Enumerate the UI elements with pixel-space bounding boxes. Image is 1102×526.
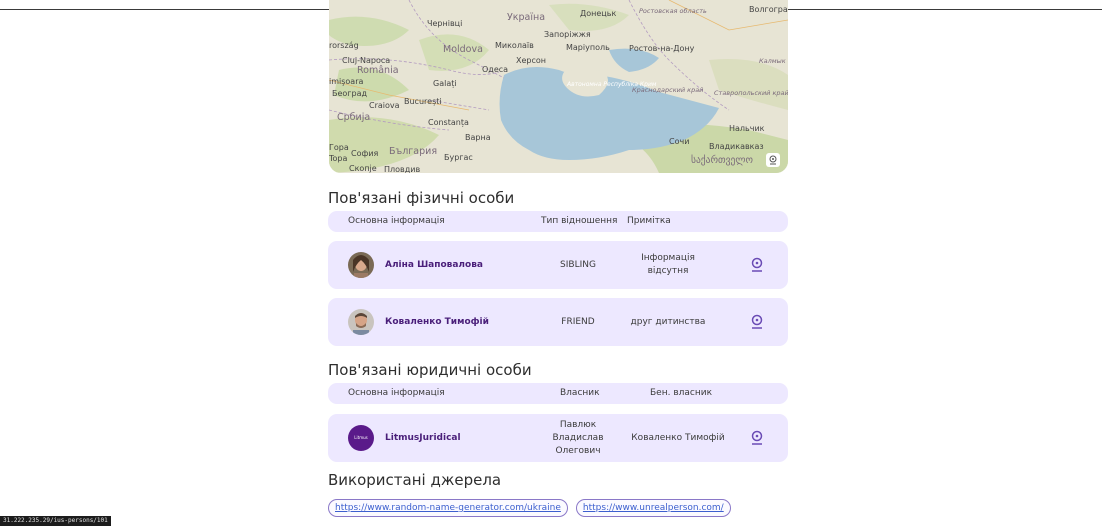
- svg-text:Маріуполь: Маріуполь: [566, 43, 610, 52]
- avatar: [348, 309, 374, 335]
- svg-text:საქართველო: საქართველო: [691, 155, 753, 166]
- svg-text:Калмык: Калмык: [759, 57, 786, 65]
- persons-table-header: Основна інформація Тип відношення Приміт…: [328, 211, 788, 232]
- sources-section: Використані джерела: [328, 470, 788, 490]
- header-beneficiary: Бен. власник: [650, 388, 713, 398]
- svg-text:București: București: [404, 97, 442, 107]
- location-pin-icon[interactable]: [749, 430, 765, 446]
- beneficiary: Коваленко Тимофій: [631, 432, 725, 443]
- note: Інформація відсутня: [641, 253, 695, 276]
- svg-text:Херсон: Херсон: [516, 56, 546, 65]
- svg-text:Пловдив: Пловдив: [384, 165, 420, 173]
- svg-text:Одеса: Одеса: [482, 65, 508, 74]
- svg-text:Волгоград: Волгоград: [749, 5, 788, 14]
- location-pin-icon[interactable]: [749, 314, 765, 330]
- svg-text:Гора: Гора: [329, 143, 349, 152]
- table-row[interactable]: Аліна Шаповалова SIBLING Інформація відс…: [328, 241, 788, 289]
- svg-text:Topa: Topa: [329, 154, 348, 163]
- svg-text:Moldova: Moldova: [443, 44, 483, 55]
- related-persons-section: Пов'язані фізичні особи Основна інформац…: [328, 188, 788, 346]
- svg-text:Ростовская область: Ростовская область: [639, 7, 707, 15]
- svg-text:Constanța: Constanța: [428, 118, 469, 128]
- header-owner: Власник: [560, 388, 600, 398]
- svg-text:Бургас: Бургас: [444, 153, 473, 162]
- note: друг дитинства: [630, 316, 706, 327]
- svg-text:България: България: [389, 146, 437, 157]
- svg-text:Ставропольский край: Ставропольский край: [714, 89, 788, 97]
- header-relation-type: Тип відношення: [541, 216, 618, 226]
- person-name-link[interactable]: Аліна Шаповалова: [385, 241, 483, 289]
- header-main-info: Основна інформація: [348, 216, 445, 226]
- map-canvas: Україна Донецьк Ростовская область Волго…: [329, 0, 788, 173]
- svg-text:Донецьк: Донецьк: [580, 9, 616, 18]
- avatar: [348, 252, 374, 278]
- related-persons-title: Пов'язані фізичні особи: [328, 189, 515, 207]
- related-companies-title: Пов'язані юридичні особи: [328, 361, 532, 379]
- svg-text:Владикавказ: Владикавказ: [709, 142, 764, 151]
- svg-text:Galați: Galați: [433, 79, 457, 89]
- svg-text:Краснодарский край: Краснодарский край: [632, 86, 703, 94]
- map-view[interactable]: Україна Донецьк Ростовская область Волго…: [329, 0, 788, 173]
- table-row[interactable]: Коваленко Тимофій FRIEND друг дитинства: [328, 298, 788, 346]
- header-main-info: Основна інформація: [348, 388, 445, 398]
- svg-text:România: România: [357, 65, 399, 76]
- svg-text:Сочи: Сочи: [669, 137, 689, 146]
- company-logo: Litmus: [348, 425, 374, 451]
- svg-text:Запоріжжя: Запоріжжя: [544, 30, 591, 39]
- owner: Павлюк Владислав Олегович: [552, 419, 604, 456]
- sources-title: Використані джерела: [328, 471, 502, 489]
- relation-type: FRIEND: [561, 316, 595, 327]
- table-row[interactable]: Litmus LitmusJuridical Павлюк Владислав …: [328, 414, 788, 462]
- svg-text:rország: rország: [329, 41, 359, 50]
- source-link[interactable]: https://www.random-name-generator.com/uk…: [328, 499, 568, 517]
- svg-text:Україна: Україна: [507, 12, 545, 23]
- related-companies-section: Пов'язані юридичні особи Основна інформа…: [328, 360, 788, 462]
- svg-text:Скопје: Скопје: [349, 164, 377, 173]
- company-name-link[interactable]: LitmusJuridical: [385, 414, 461, 462]
- svg-text:Београд: Београд: [332, 89, 367, 98]
- companies-table-header: Основна інформація Власник Бен. власник: [328, 383, 788, 404]
- svg-text:imişoara: imişoara: [329, 77, 363, 86]
- svg-text:Србија: Србија: [337, 112, 370, 123]
- svg-text:Cluj-Napoca: Cluj-Napoca: [342, 56, 390, 65]
- svg-text:Миколаїв: Миколаїв: [495, 41, 534, 50]
- map-location-icon[interactable]: [766, 153, 780, 167]
- source-link[interactable]: https://www.unrealperson.com/: [575, 499, 731, 517]
- sources-links: https://www.random-name-generator.com/uk…: [328, 499, 731, 517]
- svg-text:Варна: Варна: [465, 133, 491, 142]
- header-note: Примітка: [627, 216, 671, 226]
- person-name-link[interactable]: Коваленко Тимофій: [385, 298, 489, 346]
- svg-text:Craiova: Craiova: [369, 101, 400, 110]
- svg-text:Нальчик: Нальчик: [729, 124, 765, 133]
- svg-text:Чернівці: Чернівці: [427, 19, 462, 28]
- relation-type: SIBLING: [560, 259, 596, 270]
- location-pin-icon[interactable]: [749, 257, 765, 273]
- svg-text:София: София: [351, 149, 379, 158]
- svg-text:Ростов-на-Дону: Ростов-на-Дону: [629, 44, 695, 53]
- status-url: 31.222.235.29/ius-persons/101: [0, 516, 111, 526]
